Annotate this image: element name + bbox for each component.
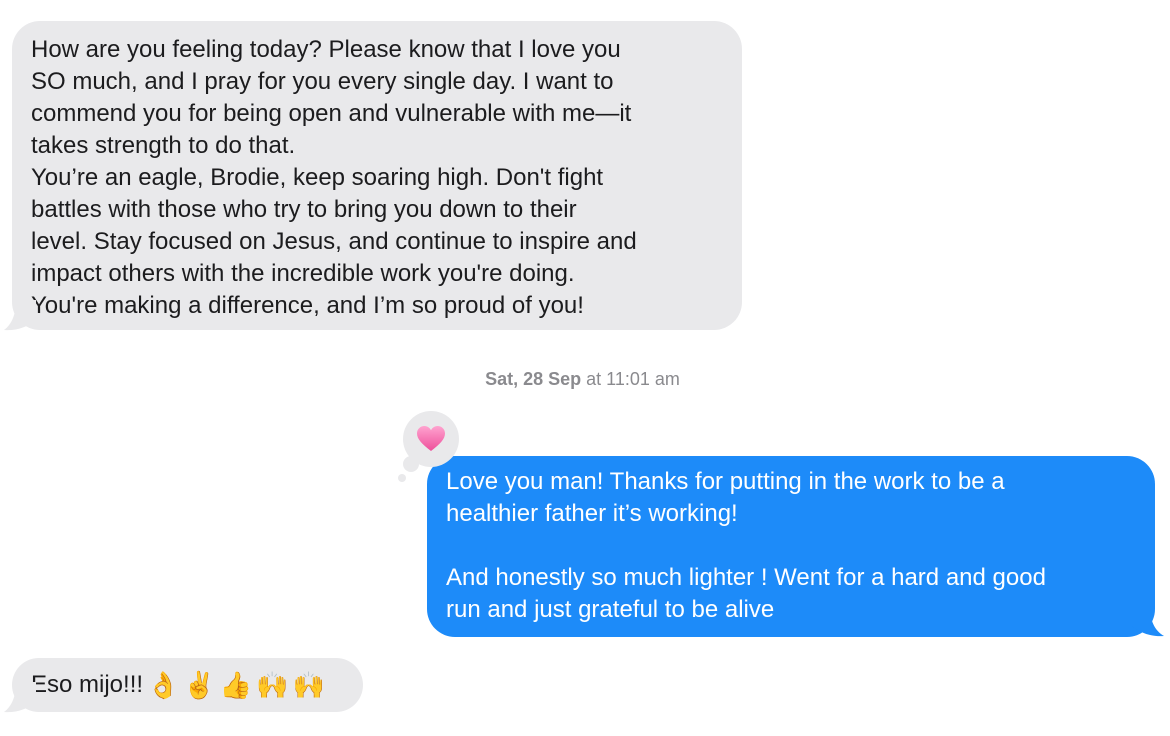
tapback-tail-dot-small bbox=[398, 474, 406, 482]
raising-hands-icon: 🙌 bbox=[256, 671, 289, 701]
message-timestamp: Sat, 28 Sep at 11:01 am bbox=[0, 367, 1165, 391]
timestamp-time: at 11:01 am bbox=[586, 369, 680, 389]
timestamp-day: Sat, 28 Sep bbox=[485, 369, 582, 389]
bubble-tail-received bbox=[4, 300, 36, 331]
thumbs-up-icon: 👍 bbox=[219, 671, 253, 701]
heart-icon bbox=[417, 426, 445, 451]
sent-message-bubble[interactable]: Love you man! Thanks for putting in the … bbox=[427, 456, 1155, 637]
victory-hand-icon: ✌️ bbox=[183, 671, 216, 701]
ok-hand-icon: 👌 bbox=[147, 671, 180, 701]
message-text: Eso mijo!!! bbox=[31, 671, 144, 698]
raising-hands-icon: 🙌 bbox=[292, 671, 325, 701]
bubble-tail-received bbox=[4, 682, 36, 713]
messages-conversation: How are you feeling today? Please know t… bbox=[0, 0, 1170, 736]
bubble-tail-sent bbox=[1132, 606, 1164, 637]
received-message-bubble[interactable]: How are you feeling today? Please know t… bbox=[12, 21, 742, 330]
received-message-bubble[interactable]: Eso mijo!!! 👌 ✌️ 👍 🙌 🙌 bbox=[12, 658, 363, 712]
